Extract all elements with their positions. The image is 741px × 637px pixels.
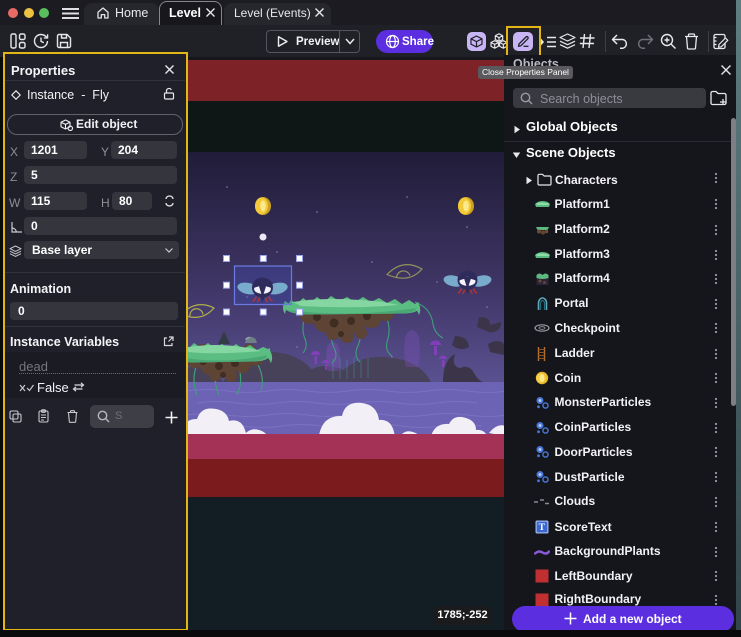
svg-text:T: T xyxy=(539,523,546,533)
